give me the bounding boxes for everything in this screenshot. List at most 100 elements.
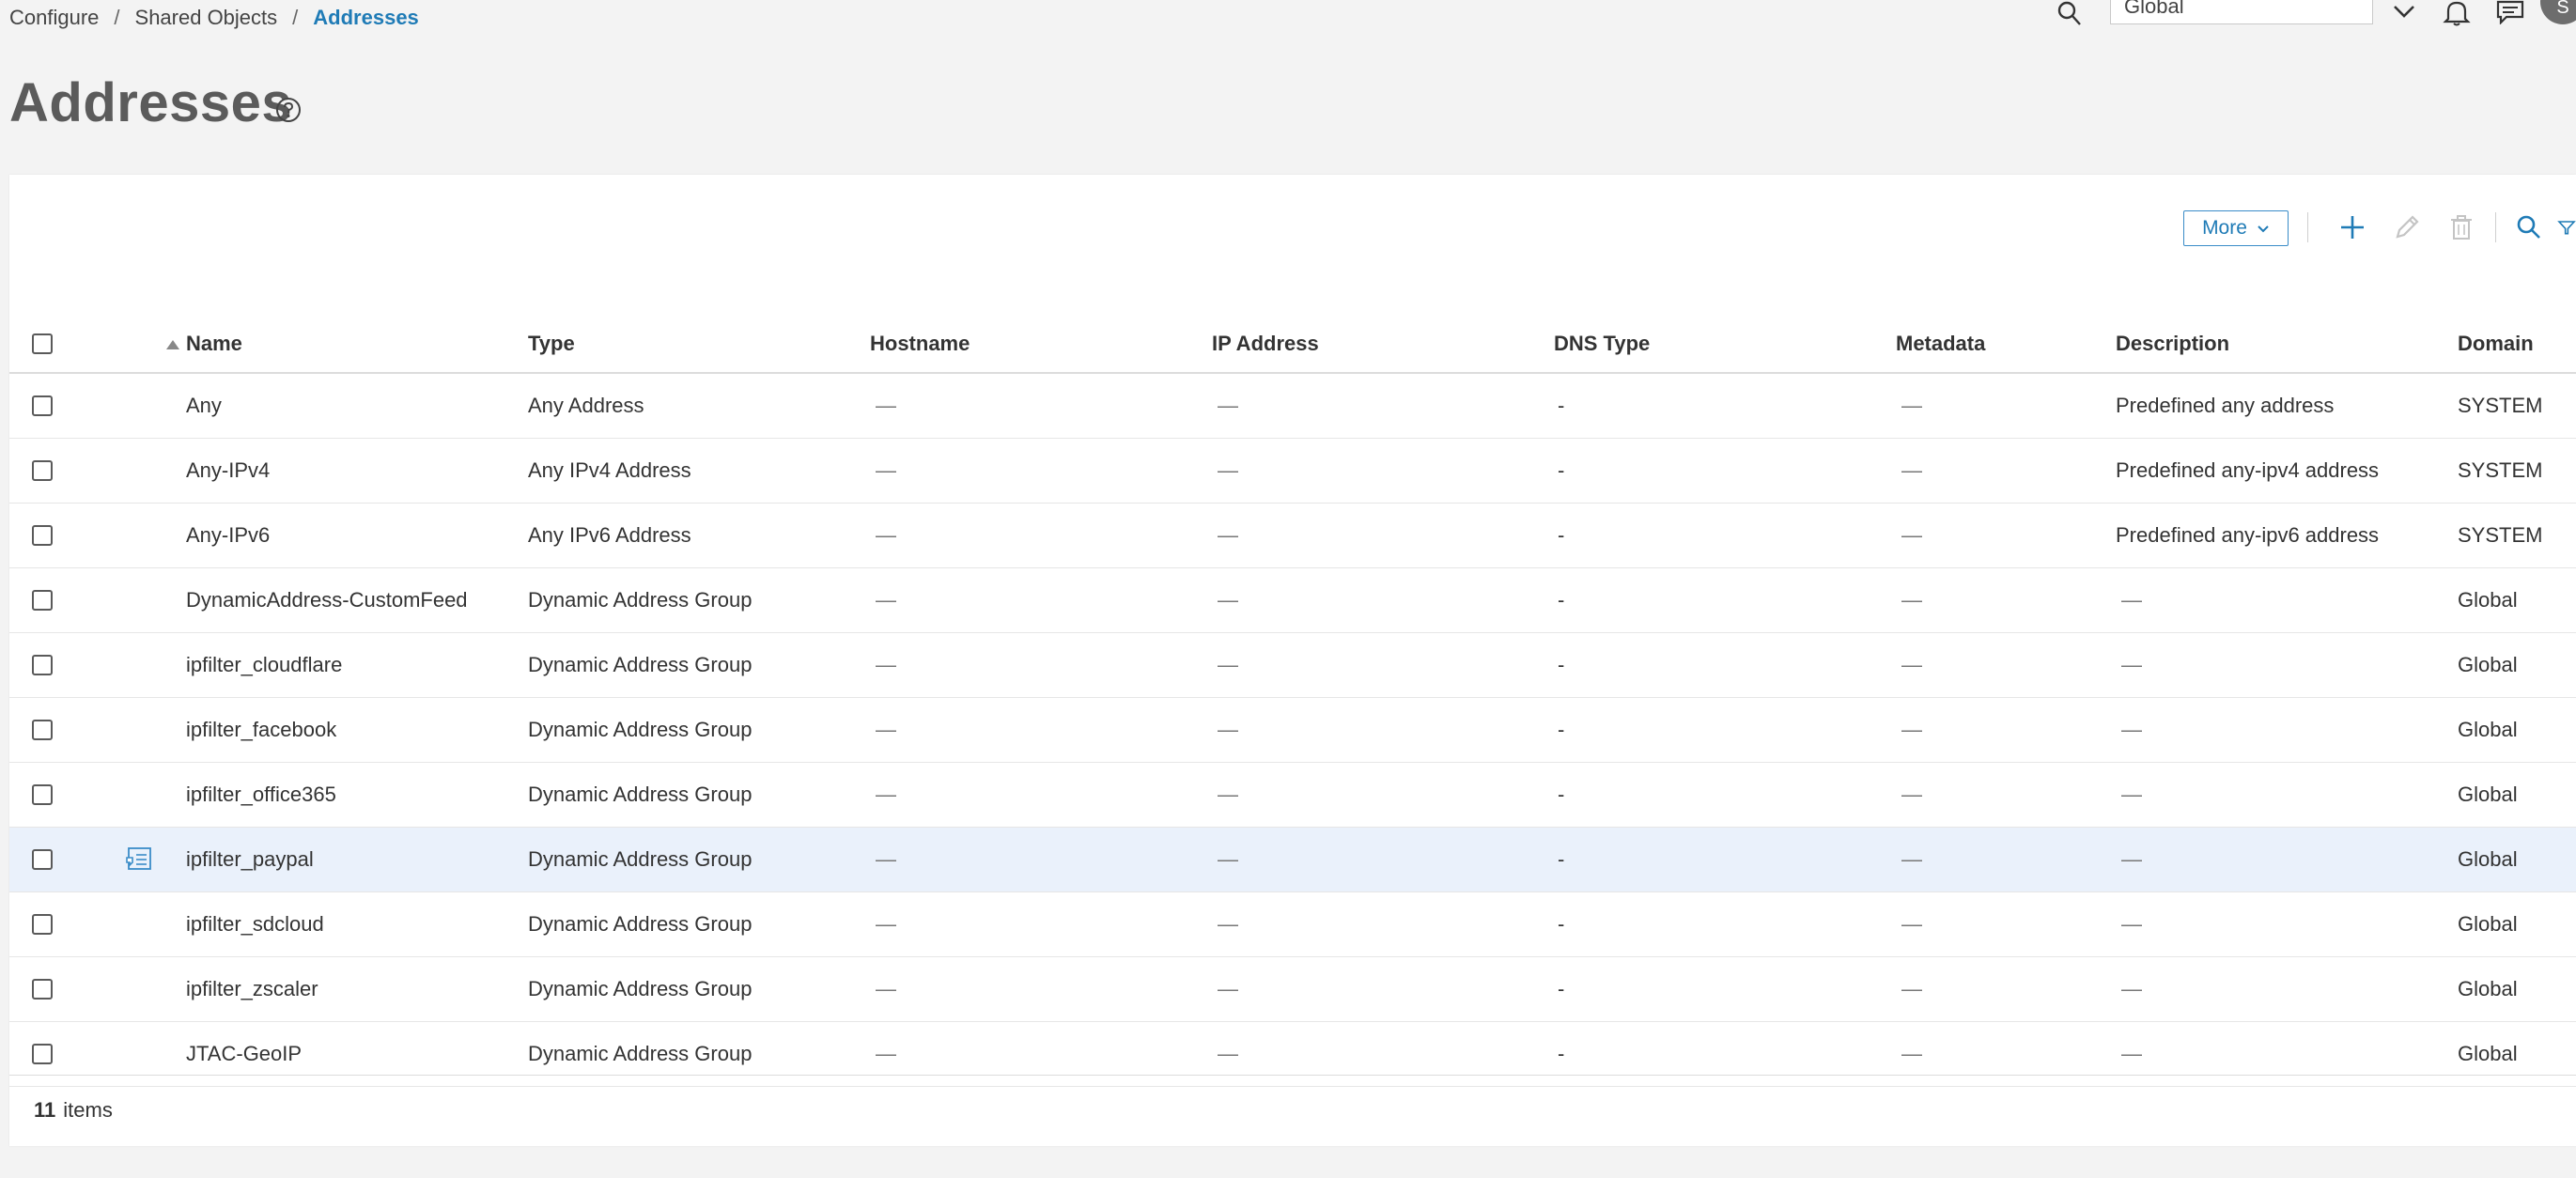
cell-type: Dynamic Address Group xyxy=(528,653,753,676)
cell-ip-address: — xyxy=(1218,394,1238,417)
table-row[interactable]: DynamicAddress-CustomFeed Dynamic Addres… xyxy=(9,568,2576,633)
plus-icon[interactable] xyxy=(2334,209,2371,246)
sort-ascending-icon[interactable] xyxy=(165,338,180,349)
chat-icon[interactable] xyxy=(2495,0,2525,25)
column-header-metadata[interactable]: Metadata xyxy=(1896,316,1985,372)
cell-name: Any xyxy=(186,394,222,417)
page-title: Addresses xyxy=(9,72,293,133)
table-row[interactable]: ipfilter_cloudflare Dynamic Address Grou… xyxy=(9,633,2576,698)
cell-name: ipfilter_facebook xyxy=(186,718,337,741)
trash-icon[interactable] xyxy=(2443,209,2480,246)
column-header-ip-address[interactable]: IP Address xyxy=(1212,316,1319,372)
cell-hostname: — xyxy=(876,588,896,612)
cell-type: Dynamic Address Group xyxy=(528,588,753,612)
cell-dns-type: - xyxy=(1558,783,1565,806)
row-checkbox[interactable] xyxy=(32,395,53,416)
cell-description: — xyxy=(2121,847,2142,871)
table-footer: 11 items xyxy=(9,1075,2576,1145)
table-row[interactable]: ipfilter_office365 Dynamic Address Group… xyxy=(9,763,2576,828)
column-header-name[interactable]: Name xyxy=(186,316,242,372)
table-row[interactable]: ipfilter_facebook Dynamic Address Group … xyxy=(9,698,2576,763)
cell-type: Dynamic Address Group xyxy=(528,718,753,741)
table-row[interactable]: Any-IPv4 Any IPv4 Address — — - — Predef… xyxy=(9,439,2576,504)
column-header-domain[interactable]: Domain xyxy=(2458,316,2534,372)
cell-description: — xyxy=(2121,653,2142,676)
pencil-icon[interactable] xyxy=(2388,209,2426,246)
cell-metadata: — xyxy=(1901,912,1922,936)
table-row[interactable]: Any-IPv6 Any IPv6 Address — — - — Predef… xyxy=(9,504,2576,568)
search-icon[interactable] xyxy=(2510,209,2548,246)
breadcrumb-shared-objects[interactable]: Shared Objects xyxy=(135,6,278,30)
chevron-down-icon[interactable] xyxy=(2390,0,2418,24)
cell-domain: Global xyxy=(2458,588,2518,612)
avatar[interactable]: S xyxy=(2540,0,2576,24)
cell-domain: Global xyxy=(2458,912,2518,936)
cell-hostname: — xyxy=(876,847,896,871)
cell-hostname: — xyxy=(876,653,896,676)
row-checkbox[interactable] xyxy=(32,525,53,546)
toolbar-divider xyxy=(2495,212,2496,242)
help-icon[interactable] xyxy=(274,96,303,124)
cell-ip-address: — xyxy=(1218,523,1238,547)
column-header-hostname[interactable]: Hostname xyxy=(870,316,970,372)
row-checkbox[interactable] xyxy=(32,914,53,935)
row-checkbox[interactable] xyxy=(32,784,53,805)
cell-ip-address: — xyxy=(1218,783,1238,806)
table-row[interactable]: ipfilter_sdcloud Dynamic Address Group —… xyxy=(9,892,2576,957)
cell-name: Any-IPv4 xyxy=(186,458,271,482)
row-checkbox[interactable] xyxy=(32,979,53,1000)
search-icon[interactable] xyxy=(2056,0,2084,28)
cell-ip-address: — xyxy=(1218,653,1238,676)
row-checkbox[interactable] xyxy=(32,655,53,675)
breadcrumb-current: Addresses xyxy=(313,6,419,29)
table-row[interactable]: Any Any Address — — - — Predefined any a… xyxy=(9,374,2576,439)
cell-metadata: — xyxy=(1901,718,1922,741)
column-header-description[interactable]: Description xyxy=(2116,316,2229,372)
cell-type: Any IPv4 Address xyxy=(528,458,691,482)
item-count-label: items xyxy=(63,1098,113,1122)
cell-description: — xyxy=(2121,783,2142,806)
cell-ip-address: — xyxy=(1218,847,1238,871)
row-checkbox[interactable] xyxy=(32,849,53,870)
cell-description: — xyxy=(2121,977,2142,1000)
row-checkbox[interactable] xyxy=(32,590,53,611)
cell-dns-type: - xyxy=(1558,458,1565,482)
cell-domain: Global xyxy=(2458,847,2518,871)
cell-hostname: — xyxy=(876,718,896,741)
toolbar-divider xyxy=(2307,212,2308,242)
breadcrumb: Configure / Shared Objects / Addresses xyxy=(9,4,419,32)
cell-metadata: — xyxy=(1901,523,1922,547)
bell-icon[interactable] xyxy=(2441,0,2473,26)
cell-name: ipfilter_zscaler xyxy=(186,977,318,1000)
cell-description: Predefined any-ipv6 address xyxy=(2116,523,2380,547)
cell-dns-type: - xyxy=(1558,718,1565,741)
cell-domain: SYSTEM xyxy=(2458,458,2543,482)
cell-name: Any-IPv6 xyxy=(186,523,271,547)
column-header-dns-type[interactable]: DNS Type xyxy=(1554,316,1650,372)
row-checkbox[interactable] xyxy=(32,460,53,481)
cell-metadata: — xyxy=(1901,653,1922,676)
details-icon[interactable] xyxy=(124,845,154,875)
row-checkbox[interactable] xyxy=(32,720,53,740)
addresses-table: Name Type Hostname IP Address DNS Type M… xyxy=(9,316,2576,1087)
domain-select[interactable]: Global xyxy=(2110,0,2373,24)
column-header-type[interactable]: Type xyxy=(528,316,575,372)
breadcrumb-configure[interactable]: Configure xyxy=(9,6,99,30)
table-row[interactable]: ipfilter_paypal Dynamic Address Group — … xyxy=(9,828,2576,892)
table-row[interactable]: ipfilter_zscaler Dynamic Address Group —… xyxy=(9,957,2576,1022)
select-all-checkbox[interactable] xyxy=(32,333,53,354)
more-button[interactable]: More xyxy=(2183,210,2289,246)
cell-ip-address: — xyxy=(1218,588,1238,612)
cell-metadata: — xyxy=(1901,847,1922,871)
cell-ip-address: — xyxy=(1218,912,1238,936)
cell-name: ipfilter_sdcloud xyxy=(186,912,324,936)
item-count: 11 xyxy=(34,1098,56,1122)
cell-hostname: — xyxy=(876,783,896,806)
filter-icon[interactable] xyxy=(2557,209,2576,246)
cell-metadata: — xyxy=(1901,783,1922,806)
cell-hostname: — xyxy=(876,458,896,482)
cell-type: Dynamic Address Group xyxy=(528,912,753,936)
cell-ip-address: — xyxy=(1218,977,1238,1000)
row-checkbox[interactable] xyxy=(32,1044,53,1064)
cell-metadata: — xyxy=(1901,977,1922,1000)
